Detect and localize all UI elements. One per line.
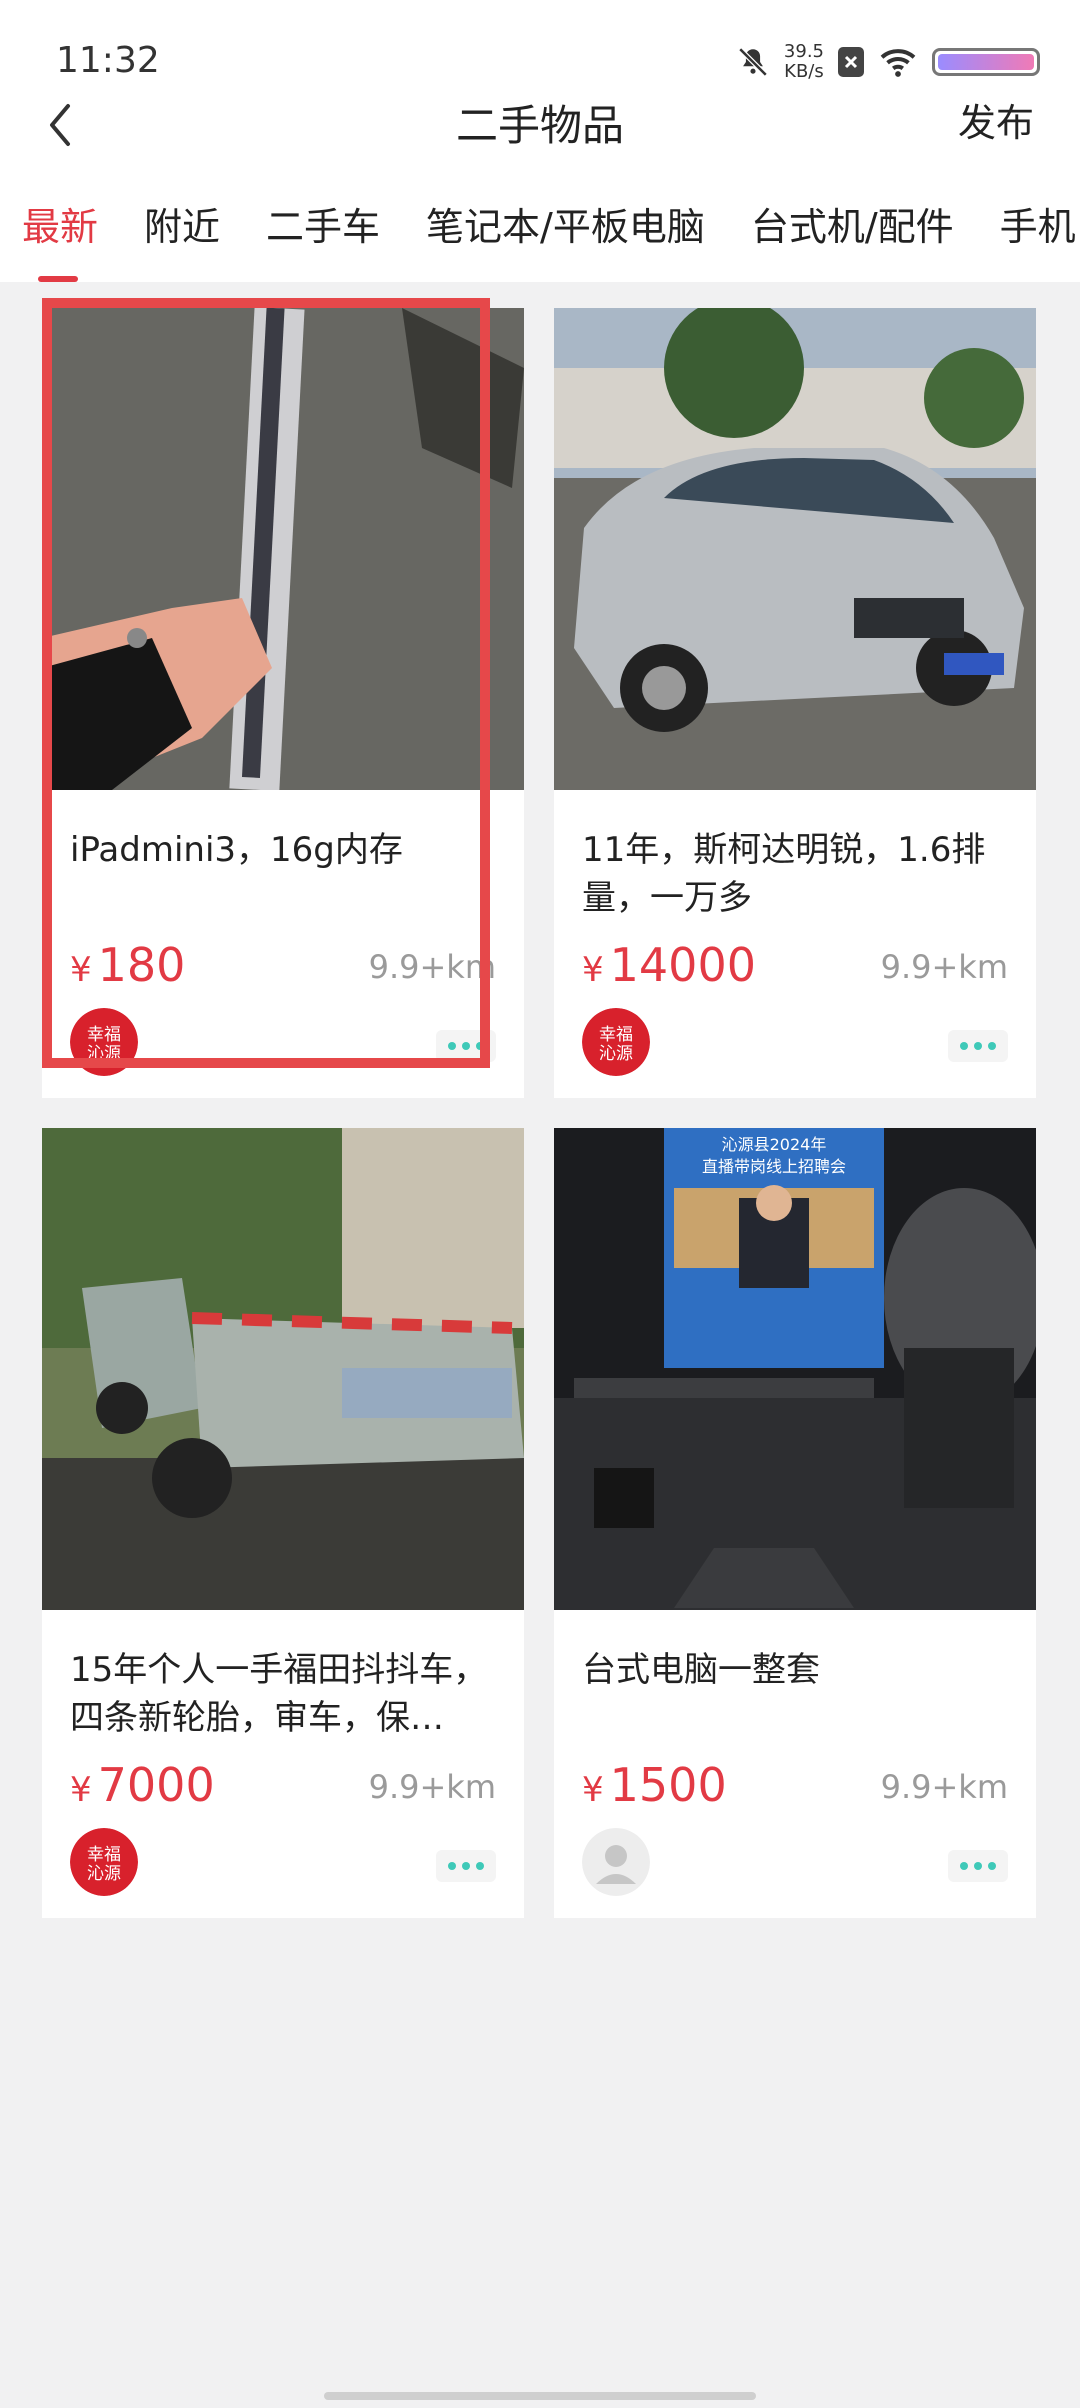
tab-phones[interactable]: 手机 (1000, 196, 1076, 266)
network-speed: 39.5 KB/s (784, 42, 824, 82)
seller-avatar[interactable]: 幸福 沁源 (582, 1008, 650, 1076)
svg-text:幸福: 幸福 (87, 1845, 121, 1865)
tab-desktops-parts[interactable]: 台式机/配件 (751, 196, 954, 266)
wifi-icon (880, 49, 916, 77)
listing-card[interactable]: 11年，斯柯达明锐，1.6排量，一万多 ¥14000 9.9+km 幸福 沁源 (554, 308, 1036, 1098)
listing-price: ¥7000 (70, 1758, 215, 1812)
price-value: 1500 (609, 1758, 727, 1812)
status-icons: 39.5 KB/s (736, 42, 1040, 82)
category-tabs: 最新 附近 二手车 笔记本/平板电脑 台式机/配件 手机 (22, 196, 1076, 282)
more-icon (960, 1862, 968, 1870)
seller-avatar-default[interactable] (582, 1828, 650, 1896)
page-title: 二手物品 (455, 101, 624, 150)
listing-image (42, 1128, 524, 1610)
listing-title: 台式电脑一整套 (582, 1650, 820, 1690)
status-time: 11:32 (56, 40, 160, 81)
price-value: 7000 (97, 1758, 215, 1812)
more-options-button[interactable] (948, 1030, 1008, 1062)
more-icon (960, 1042, 968, 1050)
more-options-button[interactable] (948, 1850, 1008, 1882)
currency-symbol: ¥ (582, 1770, 604, 1810)
listing-card[interactable]: 沁源县2024年 直播带岗线上招聘会 台式电脑一整套 ¥1500 9.9+km (554, 1128, 1036, 1918)
listing-price: ¥14000 (582, 938, 756, 992)
listing-distance: 9.9+km (880, 948, 1008, 986)
more-icon (448, 1862, 456, 1870)
tab-nearby[interactable]: 附近 (144, 196, 220, 266)
screen-text-2: 直播带岗线上招聘会 (702, 1157, 846, 1176)
listing-card[interactable]: 15年个人一手福田抖抖车，四条新轮胎，审车，保… ¥7000 9.9+km 幸福… (42, 1128, 524, 1918)
svg-text:沁源: 沁源 (87, 1864, 121, 1884)
listing-distance: 9.9+km (880, 1768, 1008, 1806)
tab-used-cars[interactable]: 二手车 (266, 196, 380, 266)
app-notification-icon (838, 47, 864, 77)
price-value: 14000 (609, 938, 756, 992)
home-indicator[interactable] (324, 2392, 756, 2400)
svg-text:沁源: 沁源 (599, 1044, 633, 1064)
more-options-button[interactable] (436, 1850, 496, 1882)
top-bar: 11:32 39.5 KB/s 二手物品 发布 最新 附近 二手车 笔记本/平板… (0, 0, 1080, 282)
listing-distance: 9.9+km (368, 1768, 496, 1806)
selection-highlight (42, 298, 490, 1068)
listing-image: 沁源县2024年 直播带岗线上招聘会 (554, 1128, 1036, 1610)
tab-latest[interactable]: 最新 (22, 196, 98, 282)
header: 二手物品 发布 (0, 80, 1080, 170)
currency-symbol: ¥ (582, 950, 604, 990)
listing-image (554, 308, 1036, 790)
tab-laptops-tablets[interactable]: 笔记本/平板电脑 (426, 196, 705, 266)
mute-bell-icon (738, 47, 768, 77)
publish-button[interactable]: 发布 (958, 92, 1034, 147)
listing-title: 11年，斯柯达明锐，1.6排量，一万多 (582, 830, 986, 918)
battery-icon (932, 48, 1040, 76)
status-bar: 11:32 39.5 KB/s (0, 0, 1080, 90)
listing-title: 15年个人一手福田抖抖车，四条新轮胎，审车，保… (70, 1650, 488, 1738)
seller-avatar[interactable]: 幸福 沁源 (70, 1828, 138, 1896)
currency-symbol: ¥ (70, 1770, 92, 1810)
screen-text-1: 沁源县2024年 (722, 1135, 827, 1154)
network-speed-value: 39.5 (783, 41, 824, 62)
listing-price: ¥1500 (582, 1758, 727, 1812)
network-speed-unit: KB/s (784, 61, 824, 82)
svg-text:幸福: 幸福 (599, 1025, 633, 1045)
